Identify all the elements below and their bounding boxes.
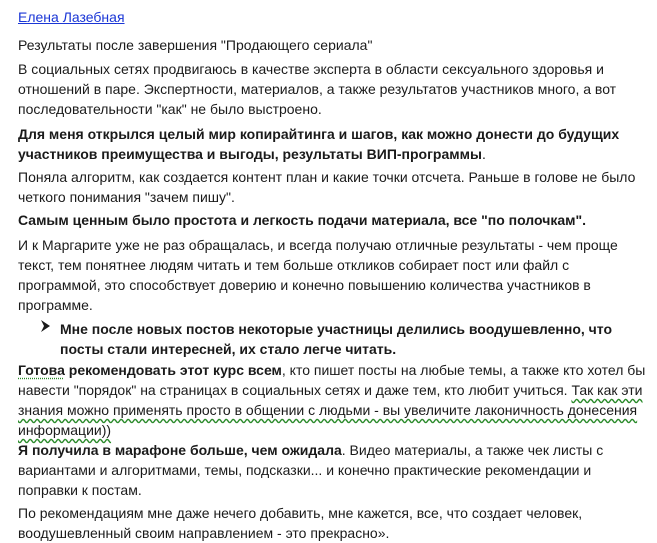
- paragraph-recommend-bold-1: Готова: [18, 362, 65, 378]
- paragraph-marathon: Я получила в марафоне больше, чем ожидал…: [18, 440, 646, 500]
- author-block: Елена Лазебная: [18, 9, 646, 25]
- author-link[interactable]: Елена Лазебная: [18, 9, 125, 25]
- paragraph-algorithm: Поняла алгоритм, как создается контент п…: [18, 169, 636, 205]
- paragraph-intro: В социальных сетях продвигаюсь в качеств…: [18, 61, 617, 117]
- paragraph-recommend-bold-2: рекомендовать этот курс всем: [68, 362, 282, 378]
- paragraph-margarita: И к Маргарите уже не раз обращалась, и в…: [18, 237, 618, 313]
- paragraph-marathon-bold: Я получила в марафоне больше, чем ожидал…: [18, 442, 342, 458]
- paragraph-highlight-1-text: Для меня открылся целый мир копирайтинга…: [18, 126, 620, 162]
- review-page: Елена Лазебная Результаты после завершен…: [0, 0, 657, 541]
- paragraph-recommend: Готова рекомендовать этот курс всем, кто…: [18, 360, 646, 440]
- review-title: Результаты после завершения "Продающего …: [18, 37, 373, 53]
- arrow-bullet-icon: [40, 319, 52, 339]
- paragraph-highlight-1-end: .: [481, 146, 486, 162]
- paragraph-highlight-1: Для меня открылся целый мир копирайтинга…: [18, 124, 646, 164]
- bullet-text: Мне после новых постов некоторые участни…: [60, 321, 613, 357]
- paragraph-conclusion: По рекомендациям мне даже нечего добавит…: [18, 505, 583, 541]
- paragraph-highlight-2: Самым ценным было простота и легкость по…: [18, 212, 587, 228]
